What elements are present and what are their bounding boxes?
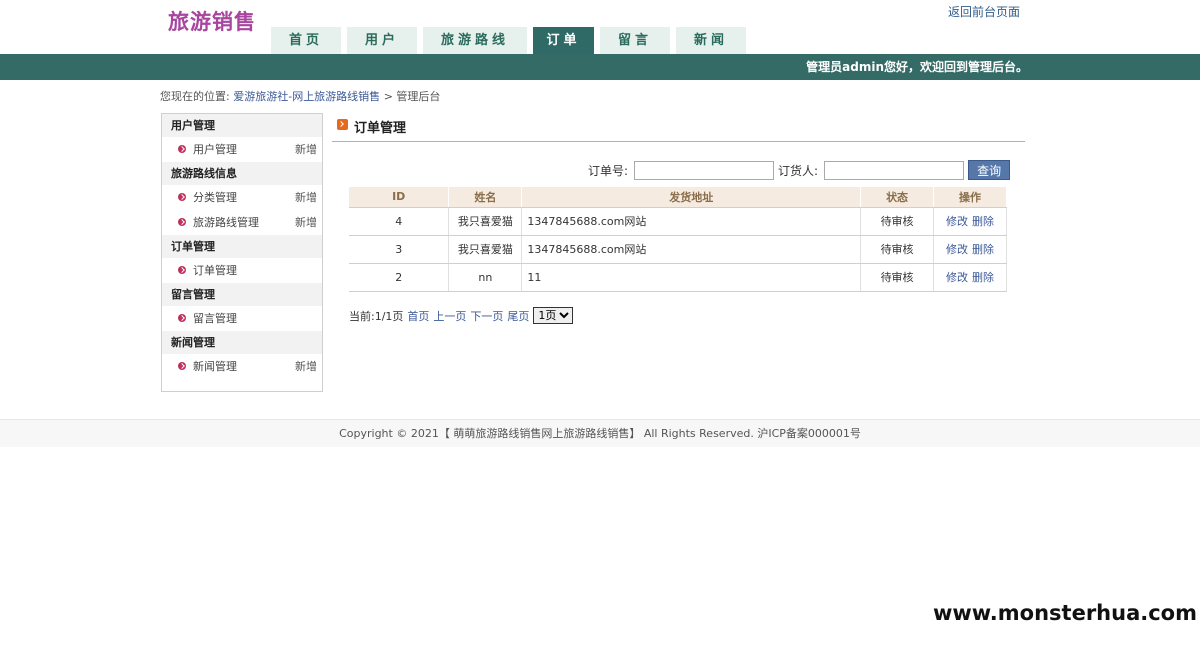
sidebar-item-label[interactable]: 留言管理	[193, 312, 237, 325]
site-logo: 旅游销售	[168, 10, 256, 34]
cell-actions: 修改 删除	[933, 235, 1007, 264]
bullet-arrow-icon	[178, 266, 186, 274]
sidebar-item-order-management[interactable]: 订单管理	[162, 258, 322, 283]
footer-copyright: Copyright © 2021【 萌萌旅游路线销售网上旅游路线销售】 All …	[339, 427, 861, 440]
cell-status: 待审核	[860, 263, 935, 292]
page-title-bar: 订单管理	[332, 113, 1025, 142]
delete-link[interactable]: 删除	[972, 243, 994, 256]
sidebar-group-orders: 订单管理	[162, 235, 322, 258]
cell-id: 4	[349, 207, 450, 236]
cell-address: 1347845688.com网站	[521, 235, 862, 264]
breadcrumb-site-link[interactable]: 爱游旅游社-网上旅游路线销售	[233, 90, 380, 103]
sidebar-group-routes: 旅游路线信息	[162, 162, 322, 185]
sidebar-item-category-management[interactable]: 分类管理 新增	[162, 185, 322, 210]
nav-tab-news[interactable]: 新闻	[676, 27, 746, 54]
nav-tab-messages[interactable]: 留言	[600, 27, 670, 54]
delete-link[interactable]: 删除	[972, 271, 994, 284]
table-row: 3 我只喜爱猫 1347845688.com网站 待审核 修改 删除	[349, 235, 1007, 264]
sidebar-item-label[interactable]: 订单管理	[193, 264, 237, 277]
col-header-actions: 操作	[933, 187, 1007, 208]
nav-tab-routes[interactable]: 旅游路线	[423, 27, 527, 54]
breadcrumb-current: 管理后台	[396, 90, 441, 103]
cell-name: 我只喜爱猫	[448, 207, 523, 236]
back-to-frontend-link[interactable]: 返回前台页面	[948, 3, 1020, 20]
buyer-label: 订货人:	[778, 163, 819, 178]
pager-prev-link[interactable]: 上一页	[433, 308, 466, 324]
cell-actions: 修改 删除	[933, 207, 1007, 236]
sidebar-item-message-management[interactable]: 留言管理	[162, 306, 322, 331]
cell-actions: 修改 删除	[933, 263, 1007, 292]
nav-tab-orders[interactable]: 订单	[533, 27, 594, 54]
edit-link[interactable]: 修改	[946, 243, 968, 256]
nav-tab-users[interactable]: 用户	[347, 27, 417, 54]
bullet-arrow-icon	[178, 193, 186, 201]
cell-address: 11	[521, 263, 862, 292]
order-no-label: 订单号:	[588, 163, 629, 178]
cell-name: 我只喜爱猫	[448, 235, 523, 264]
pager-next-link[interactable]: 下一页	[470, 308, 503, 324]
table-row: 4 我只喜爱猫 1347845688.com网站 待审核 修改 删除	[349, 207, 1007, 236]
bullet-arrow-icon	[178, 362, 186, 370]
sidebar-item-route-management[interactable]: 旅游路线管理 新增	[162, 210, 322, 235]
sidebar-add-user-link[interactable]: 新增	[295, 137, 317, 162]
nav-tab-home[interactable]: 首页	[271, 27, 341, 54]
pager-first-link[interactable]: 首页	[407, 308, 429, 324]
breadcrumb-prefix: 您现在的位置:	[160, 90, 230, 103]
bullet-arrow-icon	[178, 145, 186, 153]
orders-table: ID 姓名 发货地址 状态 操作 4 我只喜爱猫 1347845688.com网…	[349, 187, 1007, 292]
page-title: 订单管理	[354, 121, 407, 136]
cell-status: 待审核	[860, 235, 935, 264]
sidebar-add-news-link[interactable]: 新增	[295, 354, 317, 379]
table-header-row: ID 姓名 发货地址 状态 操作	[349, 187, 1007, 208]
page-select[interactable]: 1页	[533, 307, 574, 324]
main-nav: 首页 用户 旅游路线 订单 留言 新闻	[271, 27, 752, 54]
sidebar-item-news-management[interactable]: 新闻管理 新增	[162, 354, 322, 379]
sidebar-item-user-management[interactable]: 用户管理 新增	[162, 137, 322, 162]
cell-id: 3	[349, 235, 450, 264]
col-header-status: 状态	[860, 187, 935, 208]
footer: Copyright © 2021【 萌萌旅游路线销售网上旅游路线销售】 All …	[0, 419, 1200, 447]
sidebar-item-label[interactable]: 旅游路线管理	[193, 216, 259, 229]
col-header-name: 姓名	[448, 187, 523, 208]
pagination: 当前:1/1页 首页 上一页 下一页 尾页 1页	[349, 307, 574, 324]
sidebar-group-users: 用户管理	[162, 114, 322, 137]
col-header-id: ID	[349, 187, 450, 208]
bullet-arrow-icon	[178, 314, 186, 322]
cell-name: nn	[448, 263, 523, 292]
col-header-address: 发货地址	[521, 187, 862, 208]
cell-id: 2	[349, 263, 450, 292]
order-no-input[interactable]	[634, 160, 775, 180]
title-arrow-icon	[337, 119, 348, 130]
header: 旅游销售 返回前台页面 首页 用户 旅游路线 订单 留言 新闻	[0, 0, 1200, 54]
edit-link[interactable]: 修改	[946, 215, 968, 228]
buyer-input[interactable]	[824, 160, 965, 180]
breadcrumb-separator: >	[383, 90, 393, 103]
search-button[interactable]: 查询	[968, 160, 1011, 180]
edit-link[interactable]: 修改	[946, 271, 968, 284]
pager-current: 当前:1/1页	[349, 309, 404, 323]
pager-last-link[interactable]: 尾页	[507, 308, 529, 324]
sidebar-add-route-link[interactable]: 新增	[295, 210, 317, 235]
breadcrumb: 您现在的位置: 爱游旅游社-网上旅游路线销售 > 管理后台	[160, 88, 440, 104]
cell-address: 1347845688.com网站	[521, 207, 862, 236]
delete-link[interactable]: 删除	[972, 215, 994, 228]
sidebar-group-news: 新闻管理	[162, 331, 322, 354]
welcome-text: 管理员admin您好，欢迎回到管理后台。	[806, 60, 1028, 74]
sidebar-item-label[interactable]: 用户管理	[193, 143, 237, 156]
sidebar-item-label[interactable]: 分类管理	[193, 191, 237, 204]
sidebar-item-label[interactable]: 新闻管理	[193, 360, 237, 373]
bullet-arrow-icon	[178, 218, 186, 226]
sidebar: 用户管理 用户管理 新增 旅游路线信息 分类管理 新增 旅游路线管理 新增 订单…	[161, 113, 323, 392]
search-form: 订单号: 订货人: 查询	[588, 160, 1011, 180]
sidebar-add-category-link[interactable]: 新增	[295, 185, 317, 210]
sidebar-group-messages: 留言管理	[162, 283, 322, 306]
welcome-bar: 管理员admin您好，欢迎回到管理后台。	[0, 54, 1200, 80]
watermark: www.monsterhua.com	[932, 601, 1197, 625]
table-row: 2 nn 11 待审核 修改 删除	[349, 263, 1007, 292]
cell-status: 待审核	[860, 207, 935, 236]
